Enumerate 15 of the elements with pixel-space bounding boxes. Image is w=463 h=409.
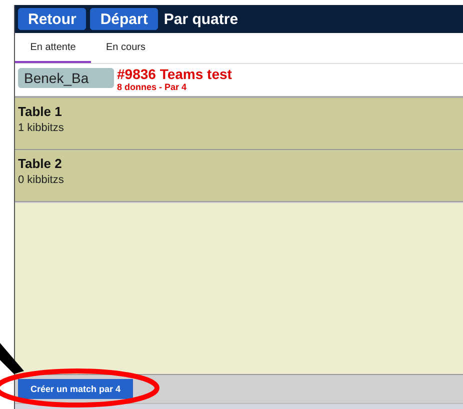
kibitz-count: 1 kibbitzs: [18, 121, 65, 136]
table-row[interactable]: Table 2 0 kibbitzs: [15, 150, 463, 202]
table-row[interactable]: Table 1 1 kibbitzs: [15, 98, 463, 150]
nav-button[interactable]: Départ: [90, 8, 158, 30]
nav-button[interactable]: Retour: [18, 8, 86, 30]
page-title: Par quatre: [164, 10, 238, 28]
arrow-annotation: [0, 343, 24, 374]
create-match-button[interactable]: Créer un match par 4: [18, 379, 133, 399]
tab[interactable]: En cours: [91, 33, 160, 63]
match-subtitle: 8 donnes - Par 4: [117, 82, 188, 92]
player-name[interactable]: Benek_Ba: [18, 68, 114, 88]
match-title: #9836 Teams test: [117, 66, 232, 82]
table-name: Table 2: [18, 156, 63, 172]
table-name: Table 1: [18, 104, 63, 120]
kibitz-count: 0 kibbitzs: [18, 173, 65, 188]
